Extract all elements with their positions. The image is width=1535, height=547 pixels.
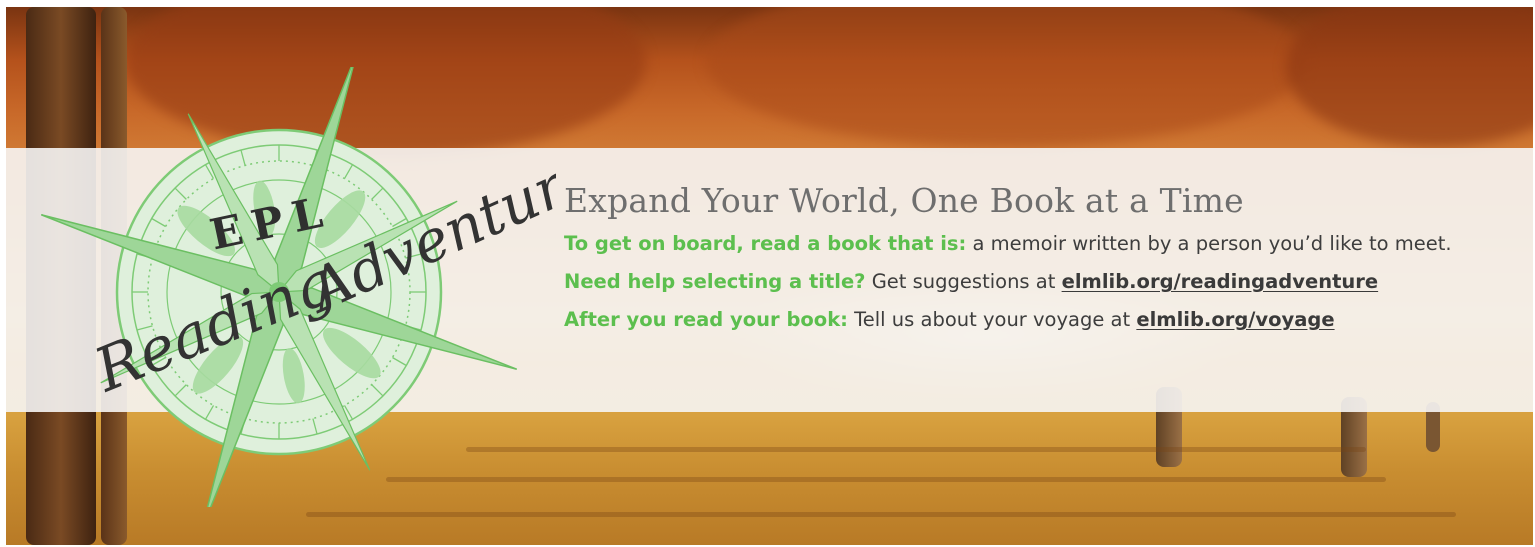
tree-shadow <box>306 512 1456 517</box>
instruction-line-2: Need help selecting a title? Get suggest… <box>564 270 1524 293</box>
instruction-line-3: After you read your book: Tell us about … <box>564 308 1524 331</box>
headline: Expand Your World, One Book at a Time <box>564 181 1244 220</box>
line-lead: To get on board, read a book that is: <box>564 232 967 255</box>
instruction-line-1: To get on board, read a book that is: a … <box>564 232 1524 255</box>
autumn-banner: EPL Reading Adventure Expand Your World,… <box>6 7 1533 545</box>
line-lead: After you read your book: <box>564 308 848 331</box>
line-text: Get suggestions at <box>865 270 1062 293</box>
line-text: a memoir written by a person you’d like … <box>966 232 1452 255</box>
tree-shadow <box>466 447 1366 452</box>
reading-adventure-link[interactable]: elmlib.org/readingadventure <box>1062 270 1379 293</box>
foliage <box>706 7 1306 147</box>
voyage-link[interactable]: elmlib.org/voyage <box>1136 308 1334 331</box>
promo-text: Expand Your World, One Book at a Time To… <box>564 181 1524 346</box>
compass-rose-icon: EPL Reading Adventure <box>40 67 556 507</box>
foliage <box>1286 7 1533 147</box>
line-text: Tell us about your voyage at <box>847 308 1137 331</box>
line-lead: Need help selecting a title? <box>564 270 866 293</box>
